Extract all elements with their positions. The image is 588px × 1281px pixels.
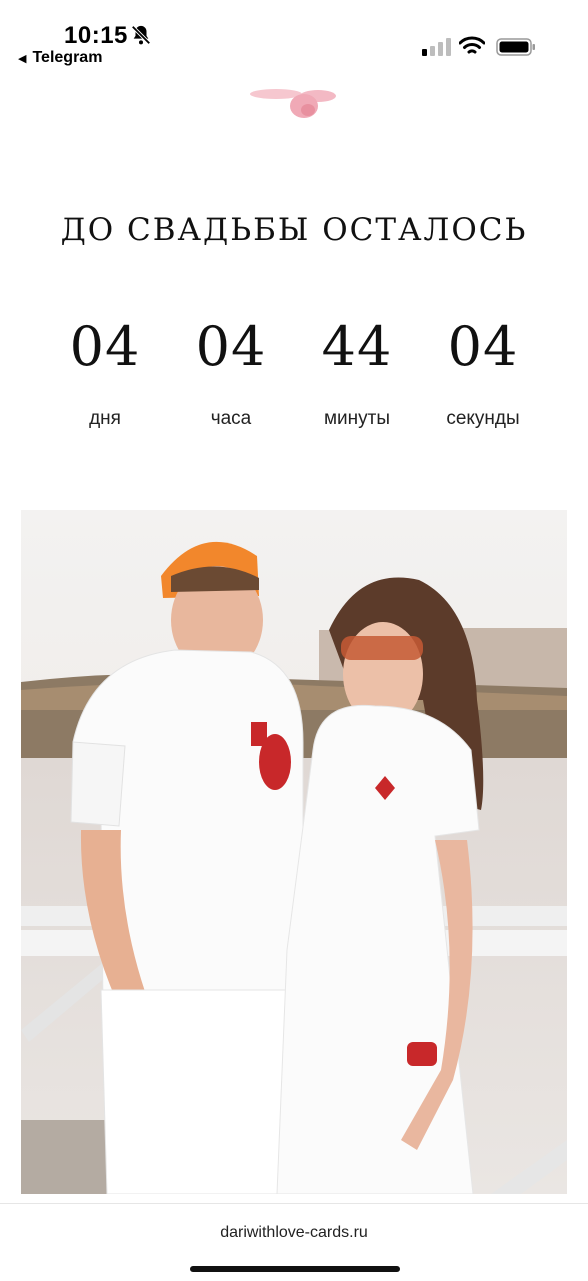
countdown-seconds-label: секунды <box>446 408 520 429</box>
status-time: 10:15 <box>64 22 128 49</box>
countdown-days-label: дня <box>89 408 121 429</box>
flower-decoration <box>250 89 336 118</box>
back-to-telegram-link[interactable]: ◀ Telegram <box>18 49 102 67</box>
battery-icon <box>496 38 535 56</box>
couple-photo <box>21 510 567 1194</box>
countdown-seconds: 04 секунды <box>420 310 546 430</box>
status-bar: 10:15 ◀ Telegram <box>0 0 588 80</box>
countdown-seconds-value: 04 <box>447 315 519 378</box>
countdown-hours: 04 часа <box>168 310 294 430</box>
browser-address-bar[interactable]: dariwithlove-cards.ru <box>0 1203 588 1281</box>
countdown-minutes-value: 44 <box>321 315 393 378</box>
signal-icon <box>422 38 451 56</box>
countdown-days-value: 04 <box>69 315 141 378</box>
countdown-heading: ДО СВАДЬБЫ ОСТАЛОСЬ <box>60 212 528 248</box>
countdown-days: 04 дня <box>42 310 168 430</box>
countdown-timer: 04 дня 04 часа 44 минуты 04 секунды <box>42 310 546 430</box>
countdown-minutes: 44 минуты <box>294 310 420 430</box>
countdown-minutes-label: минуты <box>323 408 391 429</box>
back-app-label: Telegram <box>32 49 103 66</box>
countdown-hours-value: 04 <box>195 315 267 378</box>
url-text[interactable]: dariwithlove-cards.ru <box>0 1224 588 1242</box>
home-indicator[interactable] <box>190 1266 400 1272</box>
bell-slash-icon <box>131 25 151 45</box>
countdown-hours-label: часа <box>210 408 252 429</box>
wifi-icon <box>459 36 485 54</box>
back-arrow-icon: ◀ <box>18 52 27 65</box>
